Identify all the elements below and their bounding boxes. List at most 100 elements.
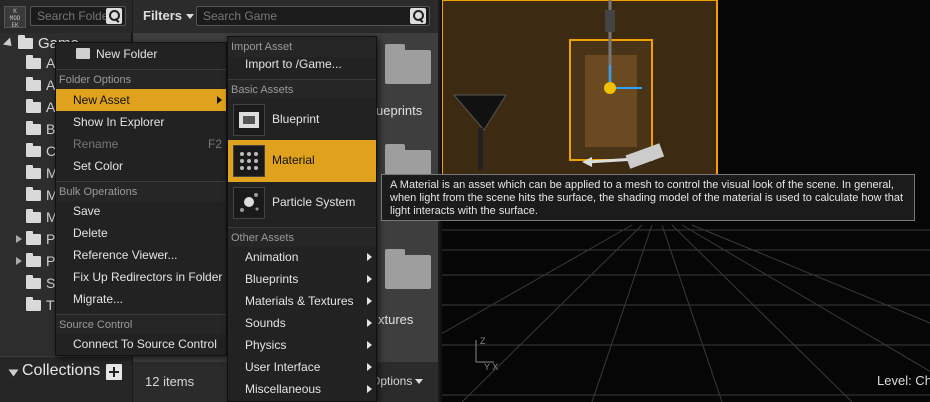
menu-delete[interactable]: Delete [56, 222, 226, 244]
collections-panel: Collections [0, 356, 132, 402]
folder-icon [26, 230, 41, 245]
axis-z-letter: Z [480, 336, 486, 346]
tree-folder-item[interactable]: S [26, 273, 55, 293]
tree-folder-item[interactable]: T [26, 295, 55, 315]
folder-icon [26, 296, 41, 311]
collections-label: Collections [22, 362, 101, 379]
filters-button[interactable]: Filters [143, 8, 195, 23]
menu-import-to-game[interactable]: Import to /Game... [228, 53, 376, 75]
asset-particle-system[interactable]: Particle System [228, 182, 376, 224]
items-count: 12 items [145, 374, 195, 389]
menu-connect-source-control[interactable]: Connect To Source Control [56, 333, 226, 355]
expand-arrow-icon[interactable] [16, 257, 22, 265]
level-label: Level: Ch [877, 373, 930, 388]
menu-migrate[interactable]: Migrate... [56, 288, 226, 310]
submenu-other-item-label: Sounds [245, 316, 286, 330]
menu-fix-up-redirectors-label: Fix Up Redirectors in Folder [73, 270, 223, 284]
asset-material-label: Material [272, 153, 315, 167]
submenu-other-item[interactable]: Materials & Textures [228, 290, 376, 312]
view-options-button[interactable]: Options [371, 374, 424, 388]
submenu-other-item-label: User Interface [245, 360, 321, 374]
lamp-stand [478, 128, 483, 170]
expand-arrow-icon[interactable] [2, 36, 16, 50]
submenu-other-item-label: Materials & Textures [245, 294, 354, 308]
basic-assets-header: Basic Assets [228, 79, 376, 99]
gizmo-handle [605, 10, 615, 32]
tree-folder-item[interactable]: B [26, 119, 55, 139]
menu-migrate-label: Migrate... [73, 292, 124, 306]
menu-show-in-explorer-label: Show In Explorer [73, 115, 165, 129]
tree-folder-item[interactable]: P [26, 229, 55, 249]
asset-toolbar: Filters Search Game [133, 0, 438, 33]
asset-blueprint[interactable]: Blueprint [228, 99, 376, 141]
folder-search-input[interactable]: Search Folde [30, 6, 126, 26]
tree-folder-item[interactable]: C [26, 141, 56, 161]
search-icon[interactable] [410, 8, 426, 24]
menu-set-color[interactable]: Set Color [56, 155, 226, 177]
menu-rename[interactable]: Rename F2 [56, 133, 226, 155]
submenu-other-item[interactable]: Miscellaneous [228, 378, 376, 400]
tree-folder-label: A [46, 77, 56, 93]
folder-icon [26, 252, 41, 267]
bulk-operations-header: Bulk Operations [56, 181, 226, 201]
menu-new-asset-label: New Asset [73, 93, 130, 107]
asset-material[interactable]: Material [228, 140, 376, 182]
filters-label: Filters [143, 8, 183, 23]
tree-folder-item[interactable]: A [26, 97, 55, 117]
chevron-down-icon [186, 14, 195, 20]
tree-folder-label: B [46, 121, 56, 137]
menu-rename-label: Rename [73, 137, 119, 151]
menu-save[interactable]: Save [56, 200, 226, 222]
collapse-arrow-icon[interactable] [8, 369, 19, 377]
tree-folder-item[interactable]: M [26, 207, 58, 227]
submenu-other-item[interactable]: User Interface [228, 356, 376, 378]
asset-particle-system-label: Particle System [272, 195, 356, 209]
submenu-other-item[interactable]: Blueprints [228, 268, 376, 290]
expand-arrow-icon[interactable] [16, 235, 22, 243]
tree-folder-label: A [46, 55, 56, 71]
axis-xy-letters: Y X [484, 362, 498, 372]
new-asset-submenu: Import Asset Import to /Game... Basic As… [227, 36, 377, 402]
chevron-right-icon [367, 341, 372, 349]
source-control-header: Source Control [56, 314, 226, 334]
chevron-right-icon [217, 96, 222, 104]
asset-search-placeholder: Search Game [203, 9, 278, 23]
sources-toolbar: K MOD EK Search Folde [0, 0, 132, 33]
material-icon-glyph [240, 152, 258, 170]
tree-folder-label: P [46, 253, 56, 269]
chevron-right-icon [367, 297, 372, 305]
add-collection-icon[interactable] [106, 364, 122, 380]
menu-reference-viewer[interactable]: Reference Viewer... [56, 244, 226, 266]
search-icon[interactable] [106, 8, 122, 24]
particle-system-icon-glyph [240, 193, 259, 212]
tree-folder-item[interactable]: P [26, 251, 55, 271]
asset-search-input[interactable]: Search Game [196, 6, 430, 26]
chevron-right-icon [367, 363, 372, 371]
tree-folder-label: A [46, 99, 56, 115]
folder-icon [26, 208, 41, 223]
folder-icon [26, 274, 41, 289]
sources-toggle-icon[interactable]: K MOD EK [4, 6, 26, 29]
menu-show-in-explorer[interactable]: Show In Explorer [56, 111, 226, 133]
floor-grid [442, 224, 930, 402]
submenu-other-item-label: Animation [245, 250, 299, 264]
menu-new-asset[interactable]: New Asset [56, 89, 226, 111]
folder-tile-icon[interactable] [385, 249, 431, 289]
tree-folder-item[interactable]: A [26, 53, 55, 73]
menu-set-color-label: Set Color [73, 159, 124, 173]
tree-folder-item[interactable]: M [26, 163, 58, 183]
menu-connect-source-control-label: Connect To Source Control [73, 337, 217, 351]
menu-fix-up-redirectors[interactable]: Fix Up Redirectors in Folder [56, 266, 226, 288]
submenu-other-item-label: Blueprints [245, 272, 299, 286]
context-menu: New Folder Folder Options New Asset Show… [55, 42, 227, 356]
submenu-other-item[interactable]: Animation [228, 246, 376, 268]
asset-caption: ueprints [376, 103, 423, 118]
material-tooltip: A Material is an asset which can be appl… [381, 174, 915, 221]
tree-folder-item[interactable]: M [26, 185, 58, 205]
submenu-other-item[interactable]: Sounds [228, 312, 376, 334]
folder-tile-icon[interactable] [385, 44, 431, 84]
folder-icon [26, 186, 41, 201]
tree-folder-item[interactable]: A [26, 75, 55, 95]
menu-new-folder[interactable]: New Folder [56, 43, 226, 65]
submenu-other-item[interactable]: Physics [228, 334, 376, 356]
